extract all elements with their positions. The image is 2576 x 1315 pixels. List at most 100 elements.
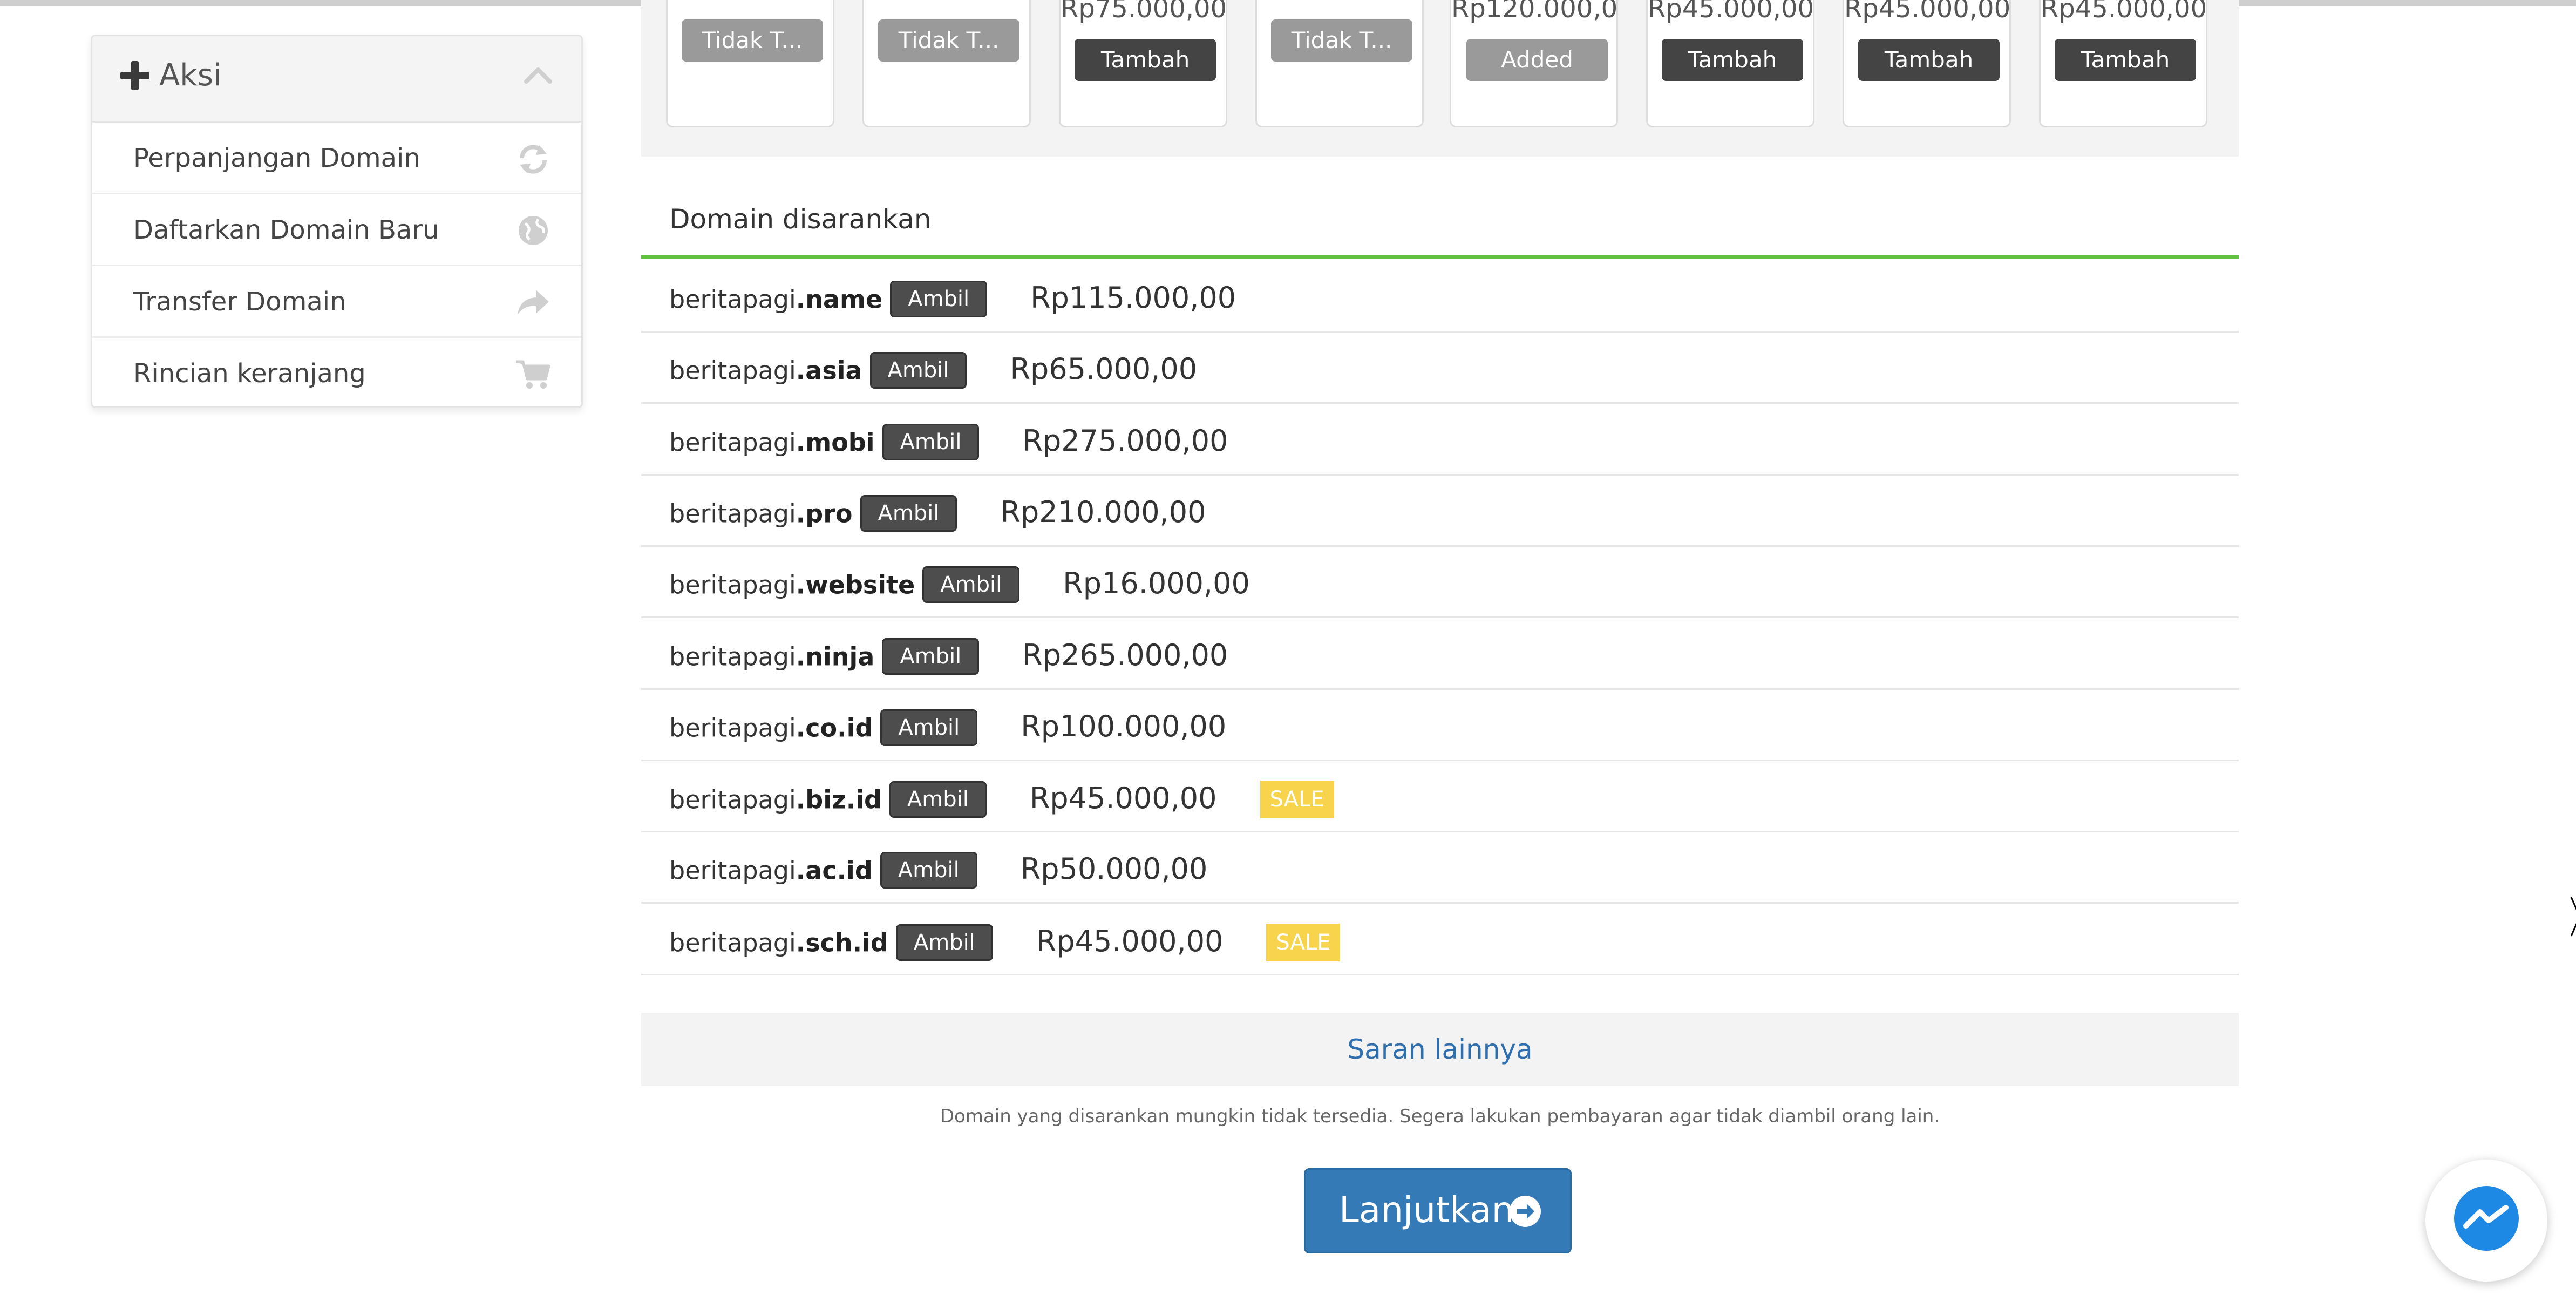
domain-tld: .co.id (796, 713, 873, 743)
extension-price: Rp45.000,00 (1648, 0, 1813, 24)
suggested-domain: beritapagi.sch.id Ambil Rp45.000,00 SALE (669, 923, 1341, 964)
domain-name: beritapagi (669, 570, 796, 600)
plus-icon (120, 61, 149, 90)
extension-unavailable-button[interactable]: Tidak T... (682, 19, 823, 62)
domain-price: Rp45.000,00 (1036, 924, 1224, 958)
take-domain-button[interactable]: Ambil (880, 852, 977, 889)
suggested-domain: beritapagi.co.id Ambil Rp100.000,00 (669, 709, 1227, 748)
more-suggestions-link[interactable]: Saran lainnya (641, 1013, 2239, 1086)
take-domain-button[interactable]: Ambil (889, 781, 987, 818)
suggested-domain-row: beritapagi.biz.id Ambil Rp45.000,00 SALE (641, 761, 2239, 833)
domain-price: Rp50.000,00 (1020, 852, 1208, 886)
suggested-domain: beritapagi.pro Ambil Rp210.000,00 (669, 494, 1206, 534)
domain-tld: .mobi (796, 428, 875, 457)
domain-name: beritapagi (669, 928, 796, 958)
domain-name: beritapagi (669, 713, 796, 743)
domain-tld: .ninja (796, 642, 875, 671)
extension-price: Rp45.000,00 (2041, 0, 2206, 24)
extension-card: Rp45.000,00 Tambah (1843, 0, 2011, 127)
domain-tld: .pro (796, 499, 853, 528)
extension-card: Rp75.000,00 Tambah (1059, 0, 1227, 127)
sidebar-item-renew-domain[interactable]: Perpanjangan Domain (92, 123, 581, 194)
take-domain-button[interactable]: Ambil (882, 423, 980, 460)
globe-icon (514, 212, 552, 249)
extension-added-button[interactable]: Added (1466, 39, 1608, 81)
continue-button[interactable]: Lanjutkan (1304, 1168, 1572, 1253)
extension-unavailable-button[interactable]: Tidak T... (878, 19, 1019, 62)
take-domain-button[interactable]: Ambil (882, 638, 980, 675)
sidebar-item-label: Perpanjangan Domain (133, 143, 420, 173)
actions-panel-header[interactable]: Aksi (92, 36, 581, 123)
domain-price: Rp210.000,00 (1000, 494, 1206, 529)
extension-add-button[interactable]: Tambah (1662, 39, 1803, 81)
extension-unavailable-button[interactable]: Tidak T... (1271, 19, 1412, 62)
domain-name: beritapagi (669, 499, 796, 528)
suggested-domain: beritapagi.asia Ambil Rp65.000,00 (669, 352, 1198, 391)
suggested-domain: beritapagi.name Ambil Rp115.000,00 (669, 281, 1236, 320)
suggested-domain-row: beritapagi.pro Ambil Rp210.000,00 (641, 476, 2239, 547)
domain-price: Rp16.000,00 (1063, 566, 1250, 601)
extension-add-button[interactable]: Tambah (1858, 39, 2000, 81)
suggestions-disclaimer: Domain yang disarankan mungkin tidak ter… (940, 1106, 1940, 1127)
sale-badge: SALE (1266, 923, 1341, 961)
suggested-domain-row: beritapagi.ninja Ambil Rp265.000,00 (641, 619, 2239, 690)
domain-name: beritapagi (669, 356, 796, 385)
suggested-domain-row: beritapagi.asia Ambil Rp65.000,00 (641, 333, 2239, 404)
extensions-strip: Tidak T... Tidak T... Rp75.000,00 Tambah Tid… (641, 0, 2239, 157)
chevron-up-icon[interactable] (522, 64, 554, 86)
extension-card: Rp45.000,00 Tambah (1646, 0, 1814, 127)
domain-name: beritapagi (669, 642, 796, 671)
domain-name: beritapagi (669, 785, 796, 815)
take-domain-button[interactable]: Ambil (922, 566, 1020, 604)
domain-tld: .name (796, 284, 883, 314)
domain-name: beritapagi (669, 428, 796, 457)
suggested-domain-row: beritapagi.sch.id Ambil Rp45.000,00 SALE (641, 904, 2239, 975)
extension-card: Tidak T... (1255, 0, 1424, 127)
domain-tld: .sch.id (796, 928, 888, 958)
extension-add-button[interactable]: Tambah (2055, 39, 2196, 81)
sidebar-item-label: Rincian keranjang (133, 358, 366, 389)
continue-button-label: Lanjutkan (1339, 1189, 1514, 1231)
sidebar-item-register-domain[interactable]: Daftarkan Domain Baru (92, 194, 581, 266)
sidebar-item-label: Daftarkan Domain Baru (133, 215, 439, 245)
take-domain-button[interactable]: Ambil (880, 709, 978, 746)
take-domain-button[interactable]: Ambil (860, 494, 957, 532)
take-domain-button[interactable]: Ambil (890, 281, 988, 317)
domain-price: Rp100.000,00 (1021, 709, 1227, 743)
suggested-domain-row: beritapagi.ac.id Ambil Rp50.000,00 (641, 832, 2239, 904)
cart-icon (514, 355, 552, 393)
actions-panel-title: Aksi (159, 58, 222, 93)
suggested-domain-row: beritapagi.name Ambil Rp115.000,00 (641, 261, 2239, 333)
domain-name: beritapagi (669, 856, 796, 885)
refresh-icon (514, 140, 552, 178)
suggested-domain-row: beritapagi.mobi Ambil Rp275.000,00 (641, 404, 2239, 476)
extension-card: Tidak T... (666, 0, 834, 127)
sale-badge: SALE (1260, 781, 1334, 819)
domain-tld: .website (796, 570, 915, 600)
domain-tld: .biz.id (796, 785, 882, 815)
suggested-domains-title: Domain disarankan (669, 204, 932, 235)
suggested-divider (641, 255, 2239, 259)
take-domain-button[interactable]: Ambil (869, 352, 967, 389)
suggested-domain: beritapagi.website Ambil Rp16.000,00 (669, 566, 1250, 605)
extension-card: Tidak T... (862, 0, 1031, 127)
extension-add-button[interactable]: Tambah (1075, 39, 1216, 81)
sidebar-item-transfer-domain[interactable]: Transfer Domain (92, 266, 581, 338)
extension-price: Rp75.000,00 (1061, 0, 1226, 24)
suggested-domain-row: beritapagi.co.id Ambil Rp100.000,00 (641, 690, 2239, 761)
take-domain-button[interactable]: Ambil (895, 924, 993, 961)
suggested-domain: beritapagi.ninja Ambil Rp265.000,00 (669, 638, 1228, 677)
suggested-domain: beritapagi.mobi Ambil Rp275.000,00 (669, 423, 1228, 463)
suggested-domain-row: beritapagi.website Ambil Rp16.000,00 (641, 547, 2239, 619)
share-arrow-icon (514, 283, 552, 321)
suggested-domain: beritapagi.biz.id Ambil Rp45.000,00 SALE (669, 781, 1334, 821)
domain-tld: .asia (796, 356, 862, 385)
domain-name: beritapagi (669, 284, 796, 314)
domain-price: Rp115.000,00 (1030, 281, 1236, 315)
domain-price: Rp275.000,00 (1022, 423, 1228, 458)
messenger-chat-button[interactable] (2425, 1160, 2547, 1282)
domain-tld: .ac.id (796, 856, 873, 885)
sidebar-item-label: Transfer Domain (133, 287, 346, 317)
sidebar-item-cart-details[interactable]: Rincian keranjang (92, 338, 581, 406)
domain-price: Rp65.000,00 (1010, 352, 1198, 387)
